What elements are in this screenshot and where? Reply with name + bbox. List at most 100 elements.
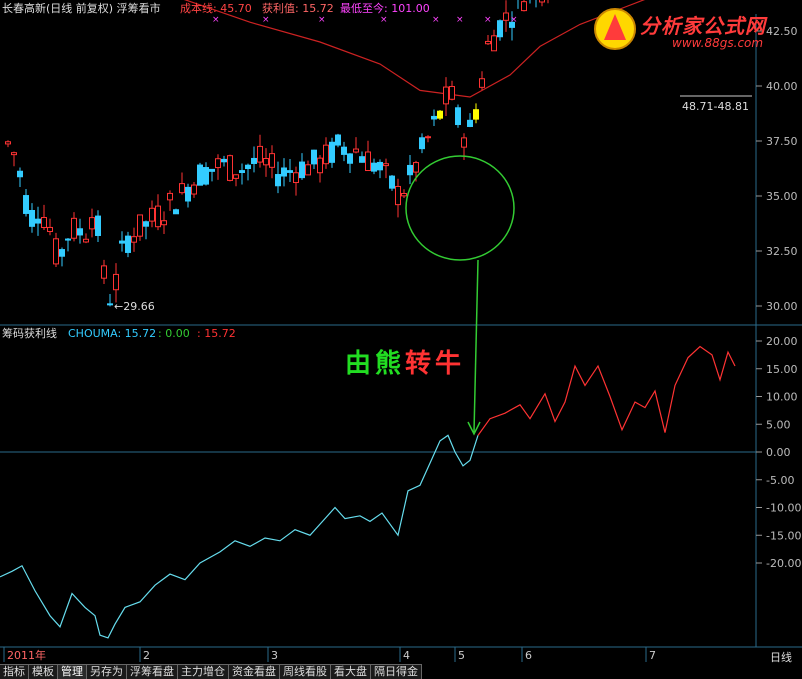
candle-body	[149, 207, 155, 222]
min-till-now-label: 最低至今: 101.00	[340, 2, 430, 15]
candle-body	[401, 192, 407, 197]
signal-marker: ×	[262, 15, 270, 25]
signal-marker: ×	[432, 15, 440, 25]
bottom-toolbar: 指标 模板 管理 另存为 浮筹看盘 主力增仓 资金看盘 周线看股 看大盘 隔日得…	[0, 664, 422, 679]
indicator-title: 筹码获利线	[2, 327, 57, 340]
period-label[interactable]: 日线	[770, 649, 792, 665]
indicator-tick-label: -15.00	[766, 529, 801, 542]
tab-template[interactable]: 模板	[29, 664, 58, 679]
indicator-tick-label: -10.00	[766, 502, 801, 515]
indicator-tick-label: 5.00	[766, 418, 791, 431]
candle-body	[197, 164, 203, 186]
candle-body	[107, 303, 113, 306]
candle-body	[461, 137, 467, 148]
logo: 分析家公式网 www.88gs.com	[592, 4, 792, 54]
signal-marker: ×	[484, 15, 492, 25]
candle-body	[311, 149, 317, 165]
candle-body	[251, 157, 257, 164]
indicator-tick-label: 20.00	[766, 335, 798, 348]
chouma-label: CHOUMA: 15.72	[68, 327, 157, 340]
candle-body	[5, 141, 11, 145]
candle-body	[455, 107, 461, 126]
logo-text: 分析家公式网	[640, 14, 766, 38]
candle-body	[167, 192, 173, 201]
xaxis-label: 4	[403, 649, 410, 662]
candle-body	[347, 153, 353, 164]
xaxis-label: 7	[649, 649, 656, 662]
candle-body	[83, 238, 89, 243]
tab-float-chips[interactable]: 浮筹看盘	[127, 664, 178, 679]
candle-body	[125, 235, 131, 253]
candle-body	[341, 146, 347, 155]
candle-body	[431, 115, 437, 120]
candle-body	[521, 1, 527, 12]
price-tick-label: 37.50	[766, 135, 798, 148]
tab-indicator[interactable]: 指标	[0, 664, 29, 679]
candle-body	[179, 183, 185, 194]
stock-title: 长春高新(日线 前复权) 浮筹看市	[2, 2, 161, 15]
candle-body	[101, 265, 107, 279]
trend-annotation: 由熊转牛	[345, 343, 465, 380]
trend-annotation-bull: 转牛	[405, 349, 466, 379]
candle-body	[59, 249, 65, 257]
candle-body	[395, 185, 401, 206]
candle-body	[467, 119, 473, 127]
tab-manage[interactable]: 管理	[58, 664, 87, 679]
candle-body	[269, 153, 275, 168]
candle-body	[329, 141, 335, 163]
price-tick-label: 35.00	[766, 190, 798, 203]
xaxis-label: 5	[458, 649, 465, 662]
indicator-value-3: : 15.72	[197, 327, 236, 340]
candle-body	[281, 167, 287, 177]
candle-body	[233, 174, 239, 179]
candle-body	[161, 220, 167, 226]
indicator-tick-label: 0.00	[766, 446, 791, 459]
candle-body	[491, 35, 497, 52]
candle-body	[245, 164, 251, 169]
candle-body	[287, 170, 293, 173]
xaxis-label: 3	[271, 649, 278, 662]
candle-body	[425, 136, 431, 139]
price-tick-label: 30.00	[766, 300, 798, 313]
candle-body	[113, 273, 119, 291]
signal-marker: ×	[318, 15, 326, 25]
tab-save-as[interactable]: 另存为	[87, 664, 127, 679]
logo-url: www.88gs.com	[672, 36, 764, 50]
xaxis-label: 2	[143, 649, 150, 662]
candle-body	[95, 215, 101, 236]
low-marker: ←29.66	[114, 300, 155, 313]
candle-body	[143, 221, 149, 227]
candle-body	[185, 186, 191, 202]
candle-body	[443, 86, 449, 105]
candle-body	[299, 161, 305, 179]
indicator-tick-label: -20.00	[766, 557, 801, 570]
candle-body	[215, 158, 221, 169]
profit-value-label: 获利值: 15.72	[262, 2, 334, 15]
indicator-tick-label: -5.00	[766, 474, 794, 487]
candle-body	[365, 151, 371, 172]
candle-body	[155, 205, 161, 228]
candle-body	[419, 137, 425, 150]
candle-body	[263, 158, 269, 166]
candle-body	[539, 0, 545, 3]
candle-body	[371, 162, 377, 172]
tab-weekly[interactable]: 周线看股	[280, 664, 331, 679]
tab-market[interactable]: 看大盘	[331, 664, 371, 679]
candle-body	[275, 174, 281, 187]
candle-body	[383, 163, 389, 167]
tab-fund-watch[interactable]: 资金看盘	[229, 664, 280, 679]
candle-body	[413, 162, 419, 173]
signal-marker: ×	[456, 15, 464, 25]
indicator-value-2: : 0.00	[158, 327, 190, 340]
candle-body	[323, 144, 329, 165]
tab-next-day[interactable]: 隔日得金	[371, 664, 422, 679]
candle-body	[89, 217, 95, 230]
candle-body	[203, 167, 209, 185]
chouma-line-red	[477, 345, 736, 436]
candle-body	[41, 217, 47, 228]
candle-body	[497, 20, 503, 38]
candle-body	[485, 40, 491, 45]
candle-body	[71, 217, 77, 239]
candle-body	[389, 175, 395, 189]
tab-main-add[interactable]: 主力增仓	[178, 664, 229, 679]
